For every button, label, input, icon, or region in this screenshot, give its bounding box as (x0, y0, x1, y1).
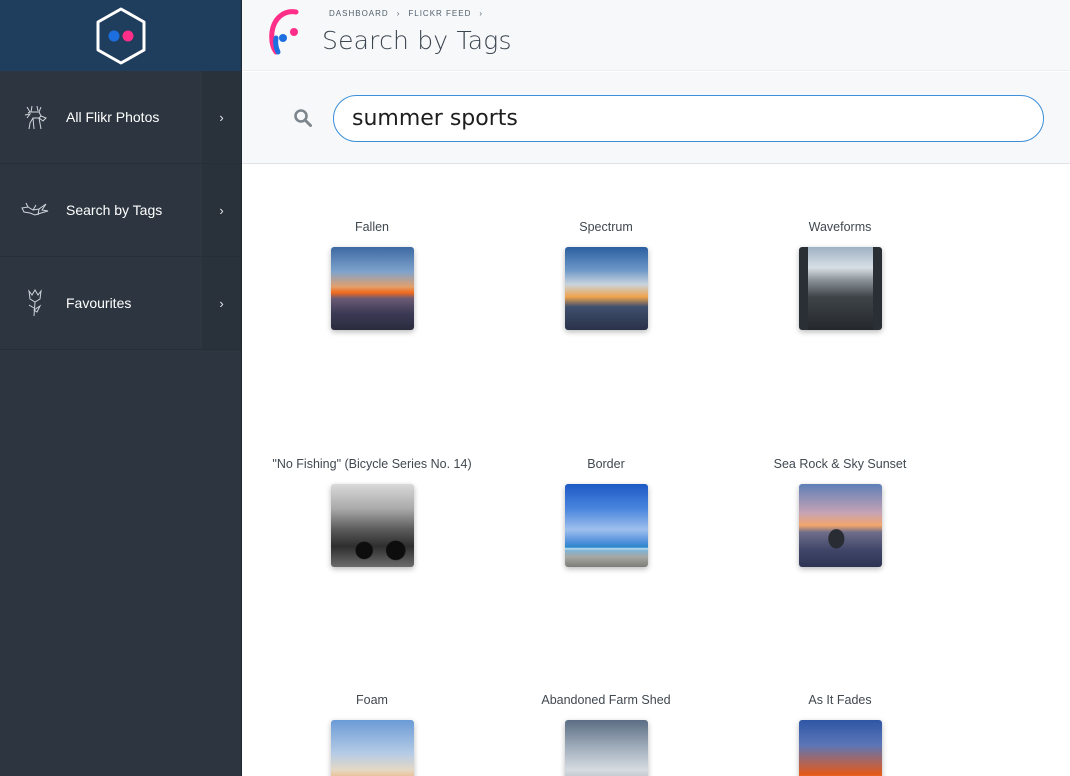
photo-title: As It Fades (808, 694, 872, 707)
breadcrumb-dashboard[interactable]: DASHBOARD (329, 9, 389, 18)
photo-card[interactable]: Spectrum (506, 221, 706, 330)
photo-grid: Fallen Spectrum Waveforms "No Fishing" (… (242, 165, 1070, 776)
chevron-right-icon: › (396, 9, 401, 18)
photo-title: Fallen (354, 221, 390, 234)
chevron-right-icon[interactable]: › (202, 257, 241, 349)
sidebar: All Flikr Photos › Search by Tags › Favo… (0, 0, 242, 776)
chevron-right-icon[interactable]: › (202, 71, 241, 163)
search-icon[interactable] (293, 108, 313, 133)
photo-thumbnail[interactable] (565, 247, 648, 330)
photo-title: Foam (356, 694, 388, 707)
photo-title: Sea Rock & Sky Sunset (773, 458, 907, 471)
photo-thumbnail[interactable] (331, 247, 414, 330)
flower-icon (0, 288, 66, 318)
photo-card[interactable]: Border (506, 458, 706, 567)
photo-card[interactable]: "No Fishing" (Bicycle Series No. 14) (272, 458, 472, 567)
photo-title: Spectrum (579, 221, 633, 234)
chevron-right-icon[interactable]: › (202, 164, 241, 256)
photo-title: "No Fishing" (Bicycle Series No. 14) (272, 458, 472, 471)
photo-thumbnail[interactable] (799, 720, 882, 776)
photo-title: Border (587, 458, 625, 471)
flickr-logo-icon[interactable] (266, 8, 306, 63)
page-header: DASHBOARD › FLICKR FEED › Search by Tags (242, 0, 1070, 71)
sidebar-logo[interactable] (0, 0, 241, 71)
photo-thumbnail[interactable] (799, 484, 882, 567)
photo-thumbnail[interactable] (565, 720, 648, 776)
page-title: Search by Tags (322, 26, 512, 55)
sidebar-item-all-photos[interactable]: All Flikr Photos › (0, 71, 241, 164)
photo-card[interactable]: Abandoned Farm Shed (506, 694, 706, 776)
photo-card[interactable]: Waveforms (740, 221, 940, 330)
search-input[interactable] (333, 95, 1044, 142)
deer-icon (0, 103, 66, 131)
sidebar-item-favourites[interactable]: Favourites › (0, 257, 241, 350)
sidebar-item-search-by-tags[interactable]: Search by Tags › (0, 164, 241, 257)
breadcrumb: DASHBOARD › FLICKR FEED › (329, 9, 483, 18)
photo-card[interactable]: Fallen (272, 221, 472, 330)
breadcrumb-flickr-feed[interactable]: FLICKR FEED (408, 9, 471, 18)
photo-title: Abandoned Farm Shed (541, 694, 671, 707)
chevron-right-icon: › (479, 9, 484, 18)
photo-card[interactable]: Foam (272, 694, 472, 776)
photo-card[interactable]: Sea Rock & Sky Sunset (740, 458, 940, 567)
search-bar (242, 72, 1070, 164)
photo-thumbnail[interactable] (799, 247, 882, 330)
photo-card[interactable]: As It Fades (740, 694, 940, 776)
hexagon-logo-icon (96, 7, 145, 64)
photo-title: Waveforms (808, 221, 872, 234)
photo-thumbnail[interactable] (331, 720, 414, 776)
photo-thumbnail[interactable] (565, 484, 648, 567)
bird-icon (0, 200, 66, 220)
photo-thumbnail[interactable] (331, 484, 414, 567)
